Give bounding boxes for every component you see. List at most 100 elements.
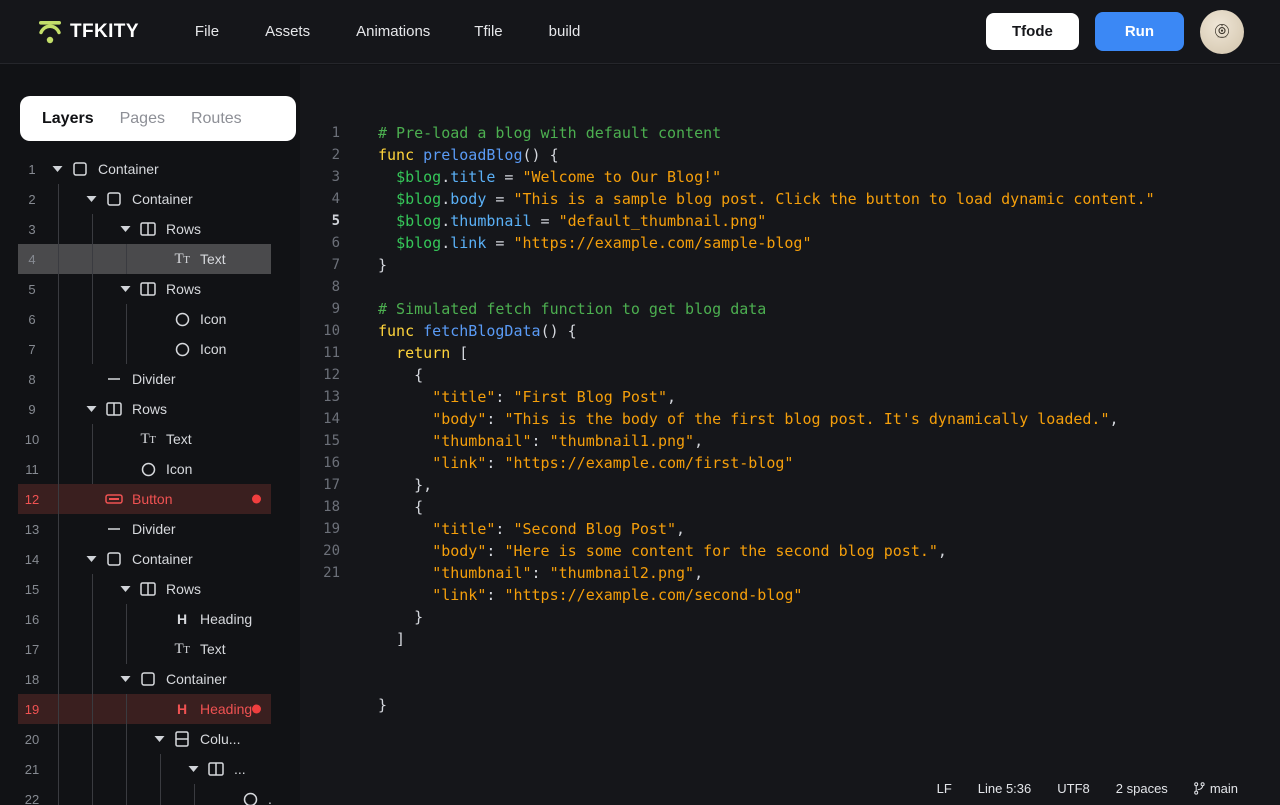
layer-label: Container (132, 191, 193, 207)
layer-row[interactable]: 21... (18, 754, 271, 784)
layer-row[interactable]: 8Divider (18, 364, 271, 394)
code-line[interactable]: 4 $blog.body = "This is a sample blog po… (300, 188, 1280, 210)
layer-row[interactable]: 16HHeading (18, 604, 271, 634)
code-line[interactable]: 15 "thumbnail": "thumbnail1.png", (300, 430, 1280, 452)
code-text: "link": "https://example.com/first-blog" (348, 452, 793, 474)
code-line[interactable] (300, 672, 1280, 694)
layer-row[interactable]: 10TTText (18, 424, 271, 454)
layer-row[interactable]: 11Icon (18, 454, 271, 484)
chevron-down-icon[interactable] (80, 555, 102, 563)
chevron-down-icon[interactable] (46, 165, 68, 173)
status-encoding[interactable]: UTF8 (1057, 781, 1090, 796)
code-text: return [ (348, 342, 468, 364)
layer-row[interactable]: 6Icon (18, 304, 271, 334)
code-line[interactable]: 3 $blog.title = "Welcome to Our Blog!" (300, 166, 1280, 188)
layer-row[interactable]: 4TTText (18, 244, 271, 274)
status-indentation[interactable]: 2 spaces (1116, 781, 1168, 796)
code-line[interactable]: 12 { (300, 364, 1280, 386)
chevron-down-icon[interactable] (80, 405, 102, 413)
brand-logo[interactable]: TFKITY (36, 18, 139, 46)
layer-row[interactable]: 20Colu... (18, 724, 271, 754)
code-line[interactable]: 13 "title": "First Blog Post", (300, 386, 1280, 408)
code-line[interactable]: 18 { (300, 496, 1280, 518)
code-line[interactable]: 6 $blog.link = "https://example.com/samp… (300, 232, 1280, 254)
code-line[interactable]: 11 return [ (300, 342, 1280, 364)
tab-pages[interactable]: Pages (112, 105, 173, 133)
code-line[interactable]: 17 }, (300, 474, 1280, 496)
code-text: func fetchBlogData() { (348, 320, 577, 342)
layer-row-number: 12 (18, 492, 46, 507)
tab-layers[interactable]: Layers (34, 105, 102, 133)
layer-row[interactable]: 1Container (18, 154, 271, 184)
layer-row[interactable]: 2 Container (18, 184, 271, 214)
code-lines[interactable]: 1# Pre-load a blog with default content2… (300, 122, 1280, 762)
chevron-down-icon[interactable] (182, 765, 204, 773)
layer-row[interactable]: 3Rows (18, 214, 271, 244)
code-line[interactable]: 10func fetchBlogData() { (300, 320, 1280, 342)
code-text: func preloadBlog() { (348, 144, 559, 166)
layer-row[interactable]: 5Rows (18, 274, 271, 304)
nav-item-file[interactable]: File (179, 15, 235, 48)
nav-item-build[interactable]: build (533, 15, 597, 48)
status-cursor-position[interactable]: Line 5:36 (978, 781, 1032, 796)
nav-item-animations[interactable]: Animations (340, 15, 446, 48)
line-number (300, 694, 348, 716)
layer-label: Text (166, 431, 192, 447)
nav-item-tfile[interactable]: Tfile (458, 15, 518, 48)
code-line[interactable] (300, 650, 1280, 672)
avatar[interactable] (1200, 10, 1244, 54)
code-line[interactable]: } (300, 606, 1280, 628)
chevron-down-icon[interactable] (148, 735, 170, 743)
chevron-down-icon[interactable] (114, 675, 136, 683)
code-line[interactable]: 14 "body": "This is the body of the firs… (300, 408, 1280, 430)
layer-row[interactable]: 19HHeading (18, 694, 271, 724)
code-line[interactable]: "link": "https://example.com/second-blog… (300, 584, 1280, 606)
run-button[interactable]: Run (1095, 12, 1184, 51)
layer-row[interactable]: 17TTText (18, 634, 271, 664)
layer-label: Container (166, 671, 227, 687)
layer-row[interactable]: 22... (18, 784, 271, 805)
button-icon (102, 493, 126, 505)
layer-row[interactable]: 13Divider (18, 514, 271, 544)
code-line[interactable]: } (300, 694, 1280, 716)
code-editor[interactable]: 1# Pre-load a blog with default content2… (300, 65, 1280, 805)
divider-icon (102, 372, 126, 386)
status-line-ending[interactable]: LF (937, 781, 952, 796)
chevron-down-icon[interactable] (80, 195, 102, 203)
code-text: # Simulated fetch function to get blog d… (348, 298, 766, 320)
layer-row[interactable]: 9Rows (18, 394, 271, 424)
circle-icon (238, 792, 262, 805)
layer-row[interactable]: 7Icon (18, 334, 271, 364)
code-line[interactable]: 20 "body": "Here is some content for the… (300, 540, 1280, 562)
layer-row[interactable]: 15Rows (18, 574, 271, 604)
code-line[interactable]: 8 (300, 276, 1280, 298)
code-line[interactable]: 1# Pre-load a blog with default content (300, 122, 1280, 144)
code-line[interactable]: 16 "link": "https://example.com/first-bl… (300, 452, 1280, 474)
chevron-down-icon[interactable] (114, 285, 136, 293)
code-line[interactable]: 2func preloadBlog() { (300, 144, 1280, 166)
code-line[interactable]: 19 "title": "Second Blog Post", (300, 518, 1280, 540)
code-line[interactable]: ] (300, 628, 1280, 650)
code-line[interactable]: 7} (300, 254, 1280, 276)
code-line[interactable]: 5 $blog.thumbnail = "default_thumbnail.p… (300, 210, 1280, 232)
line-number: 8 (300, 276, 348, 298)
status-branch[interactable]: main (1194, 781, 1238, 796)
nav-item-assets[interactable]: Assets (249, 15, 326, 48)
heading-icon: H (170, 611, 194, 627)
tab-routes[interactable]: Routes (183, 105, 250, 133)
code-line[interactable]: 21 "thumbnail": "thumbnail2.png", (300, 562, 1280, 584)
code-text: "link": "https://example.com/second-blog… (348, 584, 802, 606)
tfode-button[interactable]: Tfode (986, 13, 1079, 50)
rows-icon (102, 402, 126, 416)
chevron-down-icon[interactable] (114, 225, 136, 233)
layer-row-number: 11 (18, 462, 46, 477)
layer-row[interactable]: 18Container (18, 664, 271, 694)
layer-row[interactable]: 12Button (18, 484, 271, 514)
layer-tree[interactable]: 1Container 2 Container 3Rows4TTText5Rows6Ic… (18, 154, 271, 805)
layer-row[interactable]: 14Container (18, 544, 271, 574)
layer-row-number: 2 (18, 192, 46, 207)
code-line[interactable]: 9# Simulated fetch function to get blog … (300, 298, 1280, 320)
chevron-down-icon[interactable] (114, 585, 136, 593)
code-text: $blog.body = "This is a sample blog post… (348, 188, 1155, 210)
columns-icon (170, 731, 194, 747)
